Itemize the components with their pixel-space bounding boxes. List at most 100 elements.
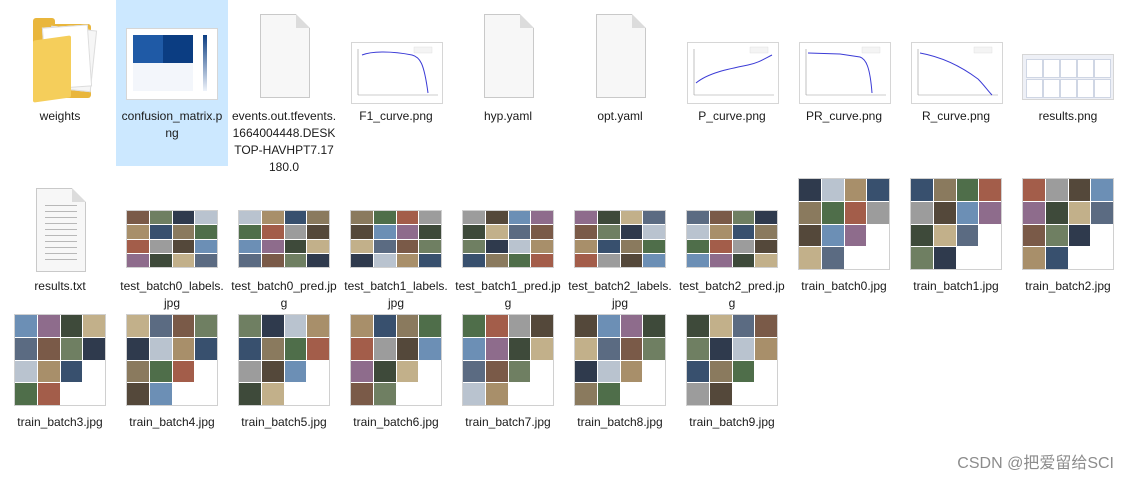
file-name-label: train_batch6.jpg <box>353 415 439 429</box>
file-item[interactable]: test_batch0_pred.jpg <box>228 170 340 310</box>
file-name-label: opt.yaml <box>597 109 643 123</box>
blank-file-icon <box>484 14 534 98</box>
curve-thumbnail <box>687 42 779 104</box>
file-name-label: confusion_matrix.png <box>121 109 223 140</box>
file-item[interactable]: train_batch7.jpg <box>452 306 564 429</box>
file-name-label: train_batch8.jpg <box>577 415 663 429</box>
file-item[interactable]: test_batch2_labels.jpg <box>564 170 676 310</box>
file-name-label: PR_curve.png <box>805 109 883 123</box>
file-item[interactable]: P_curve.png <box>676 0 788 166</box>
photo-mosaic-icon <box>574 314 666 406</box>
photo-mosaic-icon <box>1022 178 1114 270</box>
file-item[interactable]: train_batch9.jpg <box>676 306 788 429</box>
file-thumbnail <box>1012 178 1124 274</box>
photo-mosaic-icon <box>686 210 778 268</box>
file-name-label: train_batch7.jpg <box>465 415 551 429</box>
file-thumbnail <box>4 178 116 274</box>
plot-curve-icon <box>693 46 774 96</box>
file-item[interactable]: train_batch1.jpg <box>900 170 1012 293</box>
file-thumbnail <box>900 8 1012 104</box>
photo-mosaic-icon <box>14 314 106 406</box>
curve-thumbnail <box>799 42 891 104</box>
file-thumbnail <box>900 178 1012 274</box>
file-thumbnail <box>228 178 340 274</box>
file-item[interactable]: opt.yaml <box>564 0 676 166</box>
csdn-watermark: CSDN @把爱留给SCI <box>957 455 1114 472</box>
file-name-label: F1_curve.png <box>359 109 433 123</box>
file-name-label: results.txt <box>34 279 86 293</box>
file-item[interactable]: weights <box>4 0 116 166</box>
file-item[interactable]: test_batch1_pred.jpg <box>452 170 564 310</box>
file-name-label: events.out.tfevents.1664004448.DESKTOP-H… <box>231 109 337 174</box>
file-name-label: hyp.yaml <box>483 109 533 123</box>
plot-curve-icon <box>357 46 438 96</box>
photo-mosaic-icon <box>462 314 554 406</box>
file-thumbnail <box>452 314 564 410</box>
confusion-matrix-thumbnail <box>126 28 218 100</box>
file-thumbnail <box>340 314 452 410</box>
photo-mosaic-icon <box>126 314 218 406</box>
photo-mosaic-icon <box>462 210 554 268</box>
file-thumbnail <box>788 8 900 104</box>
file-thumbnail <box>452 178 564 274</box>
file-item[interactable]: results.png <box>1012 0 1124 166</box>
plot-curve-icon <box>917 46 998 96</box>
file-name-label: R_curve.png <box>921 109 991 123</box>
file-name-label: train_batch5.jpg <box>241 415 327 429</box>
file-item[interactable]: hyp.yaml <box>452 0 564 166</box>
file-name-label: train_batch2.jpg <box>1025 279 1111 293</box>
file-item[interactable]: events.out.tfevents.1664004448.DESKTOP-H… <box>228 0 340 174</box>
curve-thumbnail <box>351 42 443 104</box>
file-item[interactable]: results.txt <box>4 170 116 293</box>
photo-mosaic-icon <box>574 210 666 268</box>
results-thumbnail <box>1022 54 1114 100</box>
file-grid: weights confusion_matrix.png events.out.… <box>0 0 1128 483</box>
file-item[interactable]: test_batch0_labels.jpg <box>116 170 228 310</box>
file-item[interactable]: train_batch6.jpg <box>340 306 452 429</box>
file-item[interactable]: F1_curve.png <box>340 0 452 166</box>
photo-mosaic-icon <box>126 210 218 268</box>
file-thumbnail <box>564 314 676 410</box>
file-item[interactable]: train_batch3.jpg <box>4 306 116 429</box>
file-item[interactable]: train_batch0.jpg <box>788 170 900 293</box>
curve-thumbnail <box>911 42 1003 104</box>
file-name-label: train_batch9.jpg <box>689 415 775 429</box>
file-item[interactable]: train_batch4.jpg <box>116 306 228 429</box>
file-thumbnail <box>228 8 340 104</box>
file-item[interactable]: train_batch2.jpg <box>1012 170 1124 293</box>
blank-file-icon <box>260 14 310 98</box>
file-thumbnail <box>564 178 676 274</box>
file-thumbnail <box>676 8 788 104</box>
file-name-label: train_batch0.jpg <box>801 279 887 293</box>
file-item[interactable]: R_curve.png <box>900 0 1012 166</box>
file-thumbnail <box>676 314 788 410</box>
file-name-label: P_curve.png <box>698 109 766 123</box>
file-thumbnail <box>116 178 228 274</box>
file-item[interactable]: train_batch5.jpg <box>228 306 340 429</box>
file-name-label: results.png <box>1038 109 1098 123</box>
photo-mosaic-icon <box>686 314 778 406</box>
file-thumbnail <box>340 178 452 274</box>
file-thumbnail <box>116 314 228 410</box>
file-item[interactable]: train_batch8.jpg <box>564 306 676 429</box>
file-thumbnail <box>452 8 564 104</box>
file-thumbnail <box>116 8 228 104</box>
photo-mosaic-icon <box>910 178 1002 270</box>
file-name-label: train_batch1.jpg <box>913 279 999 293</box>
file-item[interactable]: confusion_matrix.png <box>116 0 228 166</box>
file-thumbnail <box>340 8 452 104</box>
photo-mosaic-icon <box>350 314 442 406</box>
file-thumbnail <box>788 178 900 274</box>
file-thumbnail <box>4 8 116 104</box>
file-thumbnail <box>1012 8 1124 104</box>
file-name-label: train_batch3.jpg <box>17 415 103 429</box>
file-item[interactable]: test_batch1_labels.jpg <box>340 170 452 310</box>
file-thumbnail <box>4 314 116 410</box>
photo-mosaic-icon <box>350 210 442 268</box>
file-thumbnail <box>564 8 676 104</box>
file-item[interactable]: test_batch2_pred.jpg <box>676 170 788 310</box>
photo-mosaic-icon <box>238 210 330 268</box>
file-item[interactable]: PR_curve.png <box>788 0 900 166</box>
file-name-label: weights <box>39 109 81 123</box>
file-name-label: train_batch4.jpg <box>129 415 215 429</box>
